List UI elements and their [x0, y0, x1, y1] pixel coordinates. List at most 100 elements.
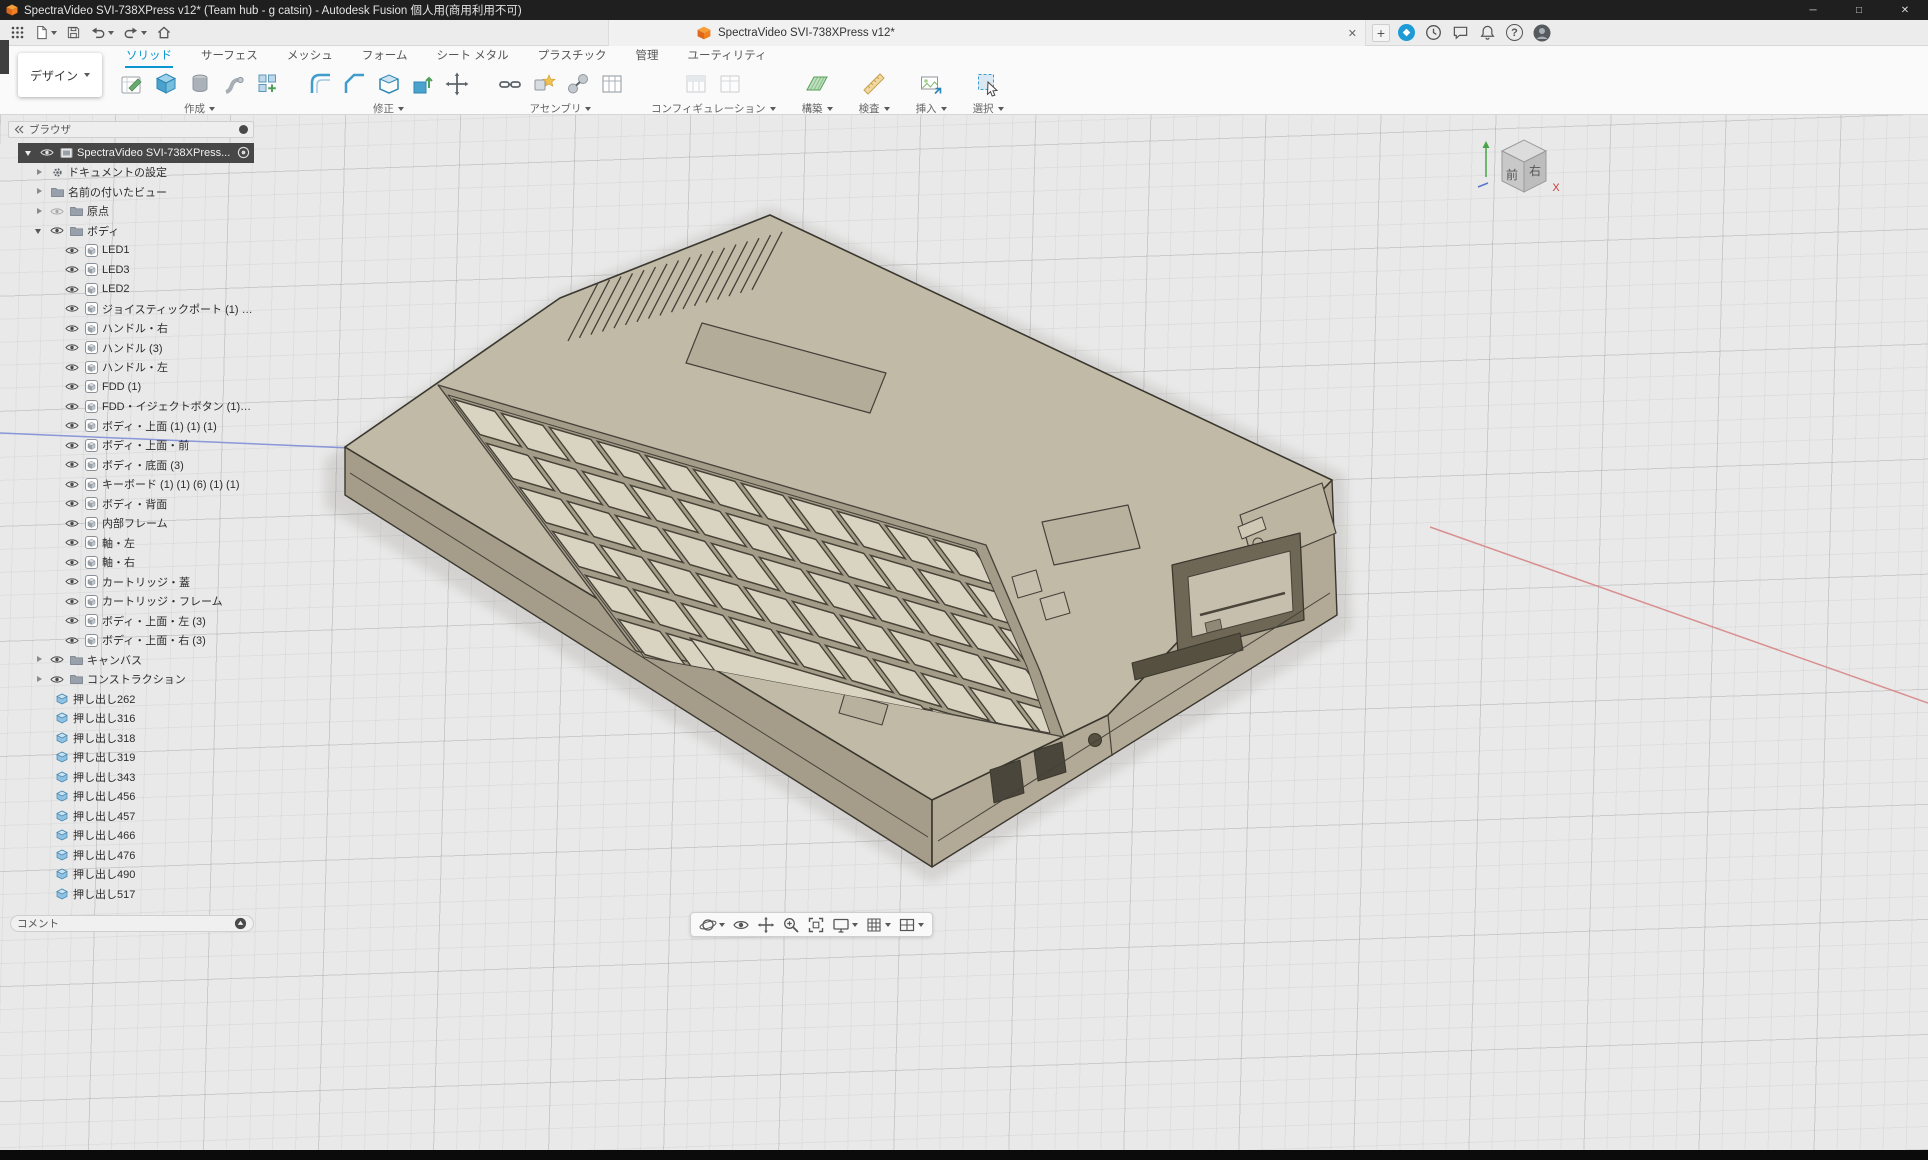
feature-row[interactable]: 押し出し316: [8, 709, 254, 729]
tab-mesh[interactable]: メッシュ: [286, 45, 334, 68]
feature-row[interactable]: 押し出し456: [8, 787, 254, 807]
display-settings-icon[interactable]: [832, 916, 858, 934]
visibility-eye-icon[interactable]: [49, 226, 65, 235]
configuration-group-label[interactable]: コンフィギュレーション: [651, 101, 776, 116]
body-row[interactable]: 軸・左: [8, 533, 254, 553]
named-views-row[interactable]: 名前の付いたビュー: [8, 182, 254, 202]
tab-utilities[interactable]: ユーティリティ: [686, 45, 767, 68]
body-row[interactable]: カートリッジ・蓋: [8, 572, 254, 592]
close-button[interactable]: ✕: [1882, 0, 1928, 20]
extrude-button[interactable]: [152, 70, 179, 97]
bodies-folder-row[interactable]: ボディ: [8, 221, 254, 241]
visibility-eye-icon[interactable]: [64, 460, 80, 469]
body-row[interactable]: FDD・イジェクトボタン (1) (1): [8, 397, 254, 417]
visibility-eye-icon[interactable]: [49, 655, 65, 664]
fillet-button[interactable]: [307, 70, 334, 97]
body-row[interactable]: ボディ・底面 (3): [8, 455, 254, 475]
body-row[interactable]: LED3: [8, 260, 254, 280]
collapse-arrow-icon[interactable]: [14, 125, 24, 134]
visibility-eye-icon[interactable]: [64, 421, 80, 430]
home-icon[interactable]: [156, 25, 172, 40]
undo-caret-icon[interactable]: [108, 31, 114, 35]
comment-expand-icon[interactable]: [234, 917, 247, 930]
orbit-caret-icon[interactable]: [719, 923, 725, 927]
look-at-icon[interactable]: [732, 916, 750, 934]
canvases-folder-row[interactable]: キャンバス: [8, 650, 254, 670]
visibility-eye-icon[interactable]: [64, 304, 80, 313]
insert-button[interactable]: [918, 70, 945, 97]
job-status-icon[interactable]: [1425, 24, 1442, 41]
visibility-eye-icon[interactable]: [64, 519, 80, 528]
model-viewport[interactable]: ブラウザ SpectraVideo SVI-738XPress... ドキュ: [0, 115, 1928, 1150]
body-row[interactable]: FDD (1): [8, 377, 254, 397]
body-row[interactable]: ボディ・上面・右 (3): [8, 631, 254, 651]
grid-and-snaps-icon[interactable]: [865, 916, 891, 934]
user-avatar[interactable]: [1533, 24, 1551, 42]
view-cube[interactable]: 前 右 X: [1472, 125, 1568, 211]
pan-icon[interactable]: [757, 916, 775, 934]
body-row[interactable]: カートリッジ・フレーム: [8, 592, 254, 612]
visibility-eye-icon[interactable]: [64, 616, 80, 625]
sweep-button[interactable]: [220, 70, 247, 97]
save-button[interactable]: [66, 25, 81, 40]
workspace-selector[interactable]: デザイン: [18, 53, 102, 97]
comments-icon[interactable]: [1452, 24, 1469, 41]
visibility-eye-icon[interactable]: [64, 246, 80, 255]
activate-target-icon[interactable]: [237, 146, 250, 159]
modify-group-label[interactable]: 修正: [373, 101, 404, 116]
visibility-eye-icon[interactable]: [64, 382, 80, 391]
model-3d[interactable]: [345, 215, 1337, 867]
undo-button[interactable]: [90, 25, 114, 40]
visibility-eye-icon[interactable]: [64, 538, 80, 547]
redo-caret-icon[interactable]: [141, 31, 147, 35]
pattern-button[interactable]: [254, 70, 281, 97]
visibility-eye-icon[interactable]: [64, 480, 80, 489]
body-row[interactable]: ボディ・上面・前: [8, 436, 254, 456]
revolve-button[interactable]: [186, 70, 213, 97]
select-group-label[interactable]: 選択: [973, 101, 1004, 116]
bom-table-button[interactable]: [598, 70, 625, 97]
viewports-icon[interactable]: [898, 916, 924, 934]
feature-row[interactable]: 押し出し476: [8, 845, 254, 865]
visibility-eye-icon[interactable]: [64, 577, 80, 586]
redo-button[interactable]: [123, 25, 147, 40]
new-tab-button[interactable]: +: [1372, 24, 1390, 42]
body-row[interactable]: 内部フレーム: [8, 514, 254, 534]
visibility-eye-icon[interactable]: [64, 597, 80, 606]
visibility-eye-icon[interactable]: [49, 207, 65, 216]
browser-root-row[interactable]: SpectraVideo SVI-738XPress...: [18, 143, 254, 163]
body-row[interactable]: ハンドル・左: [8, 358, 254, 378]
body-row[interactable]: ボディ・上面・左 (3): [8, 611, 254, 631]
extensions-icon[interactable]: [1398, 24, 1415, 41]
assemble-group-label[interactable]: アセンブリ: [530, 101, 592, 116]
comment-bar[interactable]: コメント: [10, 915, 254, 932]
press-pull-button[interactable]: [409, 70, 436, 97]
feature-row[interactable]: 押し出し318: [8, 728, 254, 748]
body-row[interactable]: ハンドル・右: [8, 319, 254, 339]
visibility-eye-icon[interactable]: [64, 343, 80, 352]
tab-sheet-metal[interactable]: シート メタル: [435, 45, 509, 68]
document-tab[interactable]: SpectraVideo SVI-738XPress v12* ✕: [608, 20, 1366, 46]
expander-icon[interactable]: [34, 221, 46, 241]
viewports-caret-icon[interactable]: [918, 923, 924, 927]
visibility-eye-icon[interactable]: [64, 265, 80, 274]
expander-icon[interactable]: [34, 670, 46, 690]
close-tab-icon[interactable]: ✕: [1348, 27, 1357, 40]
link-button[interactable]: [496, 70, 523, 97]
visibility-eye-icon[interactable]: [64, 363, 80, 372]
body-row[interactable]: ボディ・上面 (1) (1) (1): [8, 416, 254, 436]
file-menu-button[interactable]: [34, 25, 57, 40]
visibility-eye-icon[interactable]: [64, 441, 80, 450]
body-row[interactable]: ジョイスティックポート (1) (1) (1): [8, 299, 254, 319]
configuration-theme-button[interactable]: [717, 70, 744, 97]
body-row[interactable]: キーボード (1) (1) (6) (1) (1): [8, 475, 254, 495]
expander-icon[interactable]: [24, 143, 36, 163]
construction-plane-button[interactable]: [804, 70, 831, 97]
inspect-group-label[interactable]: 検査: [859, 101, 890, 116]
measure-button[interactable]: [861, 70, 888, 97]
body-row[interactable]: LED2: [8, 280, 254, 300]
expander-icon[interactable]: [34, 202, 46, 222]
feature-row[interactable]: 押し出し262: [8, 689, 254, 709]
zoom-icon[interactable]: [782, 916, 800, 934]
visibility-eye-icon[interactable]: [64, 499, 80, 508]
